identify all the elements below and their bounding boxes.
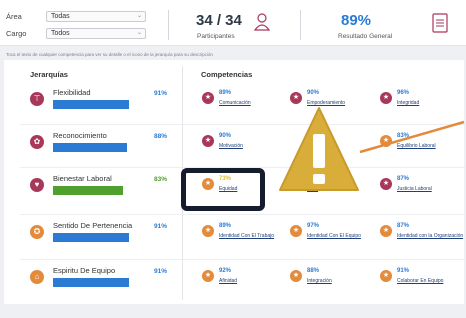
jerarquia-label: Reconocimiento bbox=[53, 131, 107, 140]
competencia-percentage: 87% bbox=[397, 176, 410, 182]
jerarquia-progress-bar bbox=[53, 100, 129, 109]
competencia-link[interactable]: Comunicación bbox=[219, 100, 251, 106]
competencia-link[interactable]: Justicia Laboral bbox=[397, 186, 432, 192]
competencia-percentage: 90% bbox=[219, 133, 232, 139]
competencia-icon[interactable]: ★ bbox=[290, 225, 302, 237]
cargo-select[interactable]: Todos ⌄ bbox=[46, 28, 146, 39]
competencia-link[interactable]: Integridad bbox=[397, 100, 419, 106]
jerarquia-progress-bar bbox=[53, 233, 129, 242]
competencia-icon[interactable]: ★ bbox=[202, 270, 214, 282]
competencia-icon[interactable]: ★ bbox=[290, 270, 302, 282]
jerarquia-percentage: 83% bbox=[154, 176, 168, 183]
competencia-link[interactable]: Identidad Con El Equipo bbox=[307, 233, 361, 239]
instruction-text: Toca el texto de cualquier competencia p… bbox=[6, 52, 213, 57]
competencia-link[interactable]: Colaborar En Equipo bbox=[397, 278, 443, 284]
participants-label: Participantes bbox=[197, 33, 235, 40]
star-icon[interactable]: ✿ bbox=[30, 135, 44, 149]
chevron-down-icon: ⌄ bbox=[136, 13, 142, 19]
report-icon[interactable] bbox=[432, 12, 448, 34]
highlight-box bbox=[181, 168, 265, 211]
flexibility-icon[interactable]: ⊤ bbox=[30, 92, 44, 106]
warning-icon bbox=[279, 107, 359, 191]
competencia-icon[interactable]: ★ bbox=[380, 92, 392, 104]
competencia-percentage: 91% bbox=[397, 268, 410, 274]
competencia-link[interactable]: Identidad con la Organización bbox=[397, 233, 463, 239]
area-select-value: Todas bbox=[51, 13, 70, 20]
competencia-icon[interactable]: ★ bbox=[380, 178, 392, 190]
area-label: Área bbox=[6, 12, 22, 21]
row-divider bbox=[20, 214, 466, 215]
competencias-header: Competencias bbox=[201, 70, 253, 79]
chevron-down-icon: ⌄ bbox=[136, 30, 142, 36]
jerarquia-label: Bienestar Laboral bbox=[53, 174, 112, 183]
jerarquia-label: Espiritu De Equipo bbox=[53, 266, 116, 275]
overall-result-value: 89% bbox=[341, 12, 372, 29]
jerarquia-percentage: 91% bbox=[154, 90, 168, 97]
heart-icon[interactable]: ♥ bbox=[30, 178, 44, 192]
header-bar: Área Todas ⌄ Cargo Todos ⌄ 34 / 34 Parti… bbox=[0, 0, 466, 46]
participants-value: 34 / 34 bbox=[196, 12, 242, 29]
competencia-percentage: 89% bbox=[219, 90, 232, 96]
jerarquia-progress-bar bbox=[53, 143, 127, 152]
competencia-percentage: 90% bbox=[307, 90, 320, 96]
pointer-arrow-icon bbox=[359, 120, 465, 154]
jerarquia-percentage: 88% bbox=[154, 133, 168, 140]
jerarquia-percentage: 91% bbox=[154, 223, 168, 230]
team-icon[interactable]: ⌂ bbox=[30, 270, 44, 284]
competencia-link[interactable]: Motivación bbox=[219, 143, 243, 149]
competencia-icon[interactable]: ★ bbox=[202, 225, 214, 237]
competencia-icon[interactable]: ★ bbox=[380, 225, 392, 237]
jerarquia-progress-bar bbox=[53, 278, 129, 287]
competencia-icon[interactable]: ★ bbox=[202, 92, 214, 104]
area-select[interactable]: Todas ⌄ bbox=[46, 11, 146, 22]
row-divider bbox=[20, 259, 466, 260]
competencia-percentage: 92% bbox=[219, 268, 232, 274]
jerarquia-label: Sentido De Pertenencia bbox=[53, 221, 133, 230]
competencia-link[interactable]: Identidad Con El Trabajo bbox=[219, 233, 274, 239]
jerarquia-percentage: 91% bbox=[154, 268, 168, 275]
competencia-percentage: 87% bbox=[397, 223, 410, 229]
competencia-link[interactable]: Integración bbox=[307, 278, 332, 284]
pertenencia-icon[interactable]: ✪ bbox=[30, 225, 44, 239]
competencia-percentage: 88% bbox=[307, 268, 320, 274]
divider bbox=[300, 10, 301, 40]
jerarquia-label: Flexibilidad bbox=[53, 88, 91, 97]
overall-result-label: Resultado General bbox=[338, 33, 393, 40]
cargo-label: Cargo bbox=[6, 29, 27, 38]
participants-user-icon bbox=[253, 13, 271, 31]
competencia-icon[interactable]: ★ bbox=[202, 135, 214, 147]
jerarquias-header: Jerarquías bbox=[30, 70, 68, 79]
competencia-percentage: 89% bbox=[219, 223, 232, 229]
jerarquia-progress-bar bbox=[53, 186, 123, 195]
competencia-icon[interactable]: ★ bbox=[290, 92, 302, 104]
divider bbox=[168, 10, 169, 40]
competencia-link[interactable]: Afinidad bbox=[219, 278, 237, 284]
competencia-icon[interactable]: ★ bbox=[380, 270, 392, 282]
cargo-select-value: Todos bbox=[51, 30, 70, 37]
competencia-percentage: 96% bbox=[397, 90, 410, 96]
competencia-percentage: 97% bbox=[307, 223, 320, 229]
